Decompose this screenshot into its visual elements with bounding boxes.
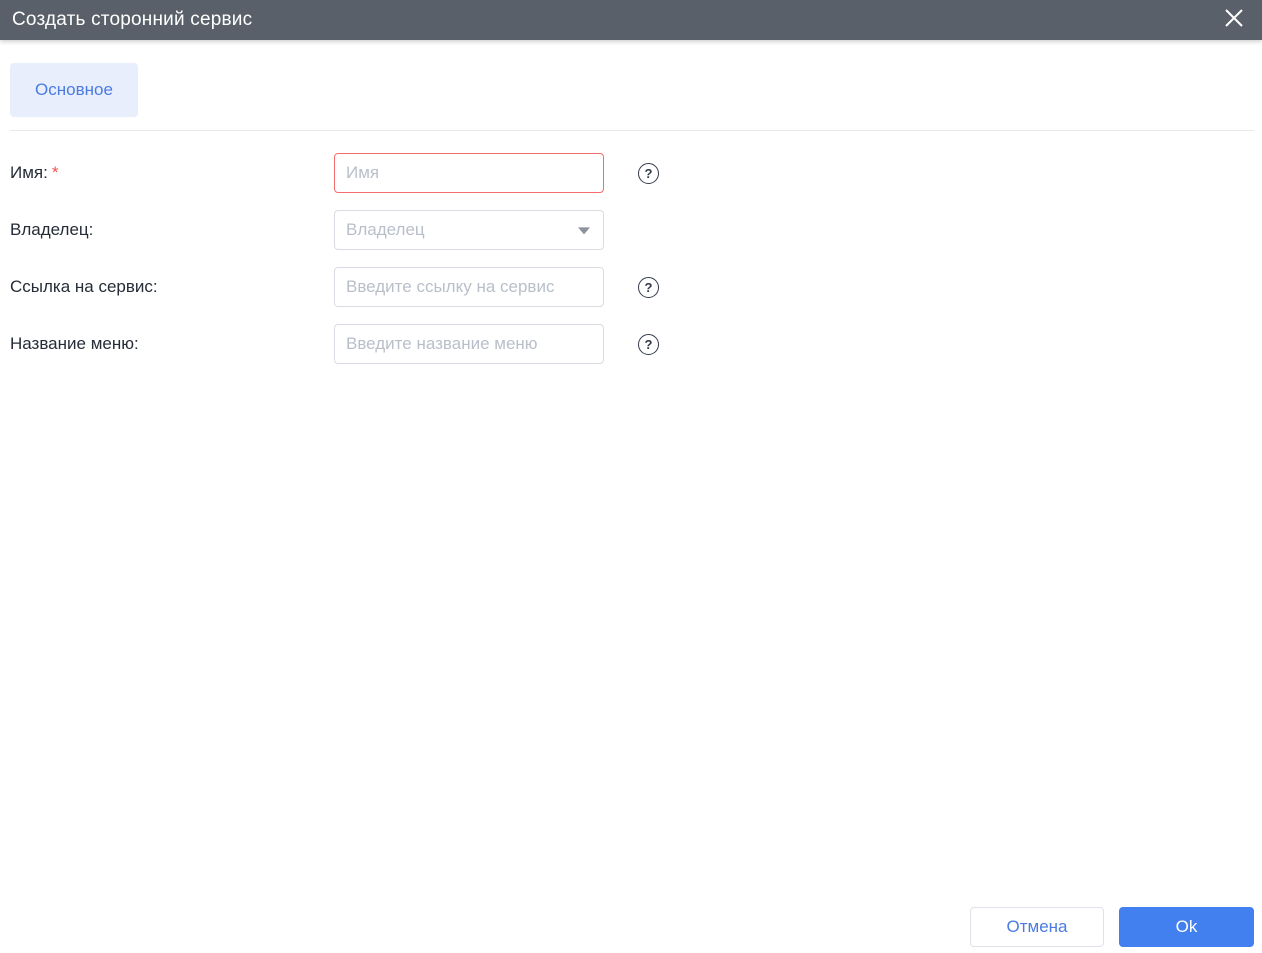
service-link-label: Ссылка на сервис: (10, 277, 158, 296)
close-button[interactable] (1222, 8, 1246, 32)
dialog-header: Создать сторонний сервис (0, 0, 1262, 40)
service-link-field-wrap (334, 267, 604, 307)
create-service-dialog: Создать сторонний сервис Основное Имя: * … (0, 0, 1262, 953)
menu-name-field-wrap (334, 324, 604, 364)
tab-main[interactable]: Основное (10, 63, 138, 117)
form-row-name: Имя:* ? (10, 153, 1262, 193)
dialog-title: Создать сторонний сервис (12, 9, 253, 30)
owner-label: Владелец: (10, 220, 94, 239)
form-row-service-link: Ссылка на сервис: ? (10, 267, 1262, 307)
dialog-footer: Отмена Ok (970, 907, 1254, 947)
help-icon[interactable]: ? (638, 162, 659, 184)
help-spacer (638, 220, 659, 241)
required-asterisk: * (51, 163, 59, 182)
form-row-menu-name: Название меню: ? (10, 324, 1262, 364)
name-label: Имя: * (10, 163, 59, 182)
owner-dropdown[interactable] (334, 210, 604, 250)
form-row-owner: Владелец: (10, 210, 1262, 250)
close-icon (1223, 7, 1245, 34)
menu-name-label: Название меню: (10, 334, 139, 353)
ok-button[interactable]: Ok (1119, 907, 1254, 947)
cancel-button[interactable]: Отмена (970, 907, 1104, 947)
create-service-form: Имя:* ? Владелец: Ссылка на сервис: ? На… (0, 131, 1262, 364)
name-input[interactable] (334, 153, 604, 193)
help-icon[interactable]: ? (638, 276, 659, 298)
menu-name-input[interactable] (334, 324, 604, 364)
service-link-input[interactable] (334, 267, 604, 307)
owner-field-wrap (334, 210, 604, 250)
help-icon[interactable]: ? (638, 333, 659, 355)
name-field-wrap (334, 153, 604, 193)
tab-bar: Основное (10, 63, 1262, 117)
